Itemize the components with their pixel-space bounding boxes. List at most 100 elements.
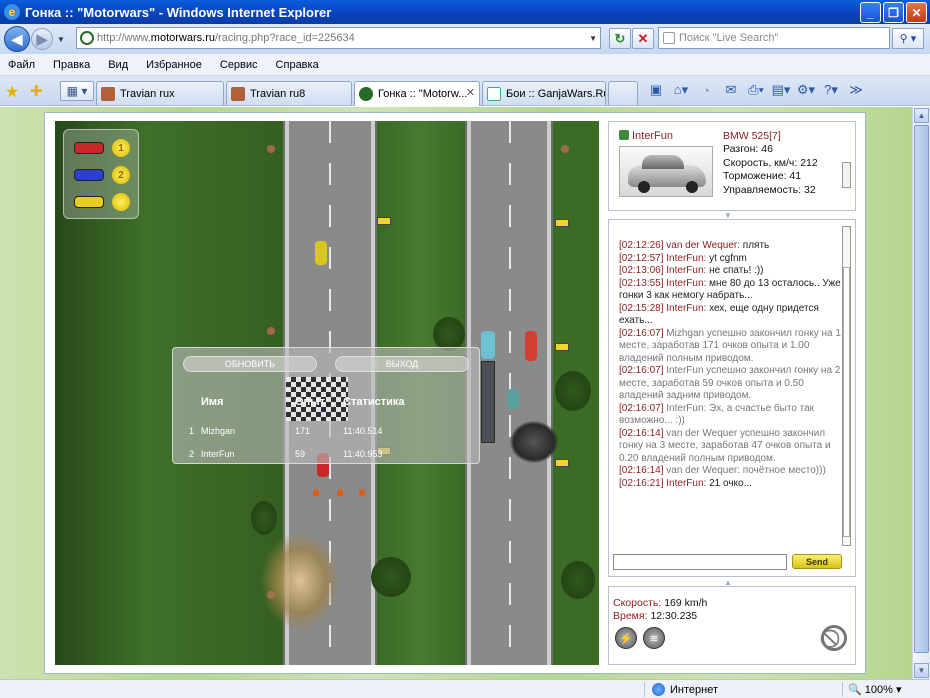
add-favorites-icon[interactable]: ✚ [30,82,43,100]
chat-author[interactable]: van der Wequer: [666,240,740,251]
chat-scroll-thumb[interactable] [843,267,850,537]
chat-author[interactable]: InterFun: [666,265,706,276]
car-image [619,146,713,197]
stat-speed: Скорость, км/ч: 212 [723,156,818,169]
close-tab-icon[interactable]: ✕ [466,86,475,99]
url-path: /racing.php?race_id=225634 [214,32,355,44]
scroll-up-icon[interactable]: ▲ [914,108,929,123]
menu-tools[interactable]: Сервис [220,59,258,71]
stop-button[interactable]: ✕ [632,28,654,49]
print-icon[interactable]: ⎙▾ [748,81,764,99]
wreck-debris [510,421,558,463]
time-label: Время: [613,610,648,622]
search-button[interactable]: ⚲ ▾ [892,28,924,49]
address-input[interactable]: http://www. motorwars.ru/racing.php?race_… [76,27,601,49]
player-name-label: InterFun [632,130,673,142]
tab-travian-ru8[interactable]: Travian ru8 [226,81,352,105]
feeds-icon[interactable]: ◔ [698,81,714,99]
chat-author[interactable]: InterFun: [666,303,706,314]
menu-edit[interactable]: Правка [53,59,90,71]
chat-author[interactable]: InterFun: [666,278,706,289]
time-readout: Время: 12:30.235 [613,610,697,622]
chat-timestamp: [02:16:07] [619,365,664,376]
address-dropdown-icon[interactable]: ▼ [589,34,597,43]
chat-timestamp: [02:16:07] [619,402,664,414]
research-icon[interactable]: ≫ [848,81,864,99]
car-model[interactable]: BMW 525[7] [723,130,818,143]
tab-ganjawars[interactable]: Бои :: GanjaWars.Ru... [482,81,606,105]
nitro-lightning-icon[interactable]: ⚡ [615,627,637,649]
result-exp: 59 [295,449,306,459]
legend-car-yellow [74,196,104,208]
exit-button[interactable]: ВЫХОД [335,356,469,372]
player-info-panel: InterFun BMW 525[7] Разгон: 46 Скорость,… [608,121,856,211]
quick-tabs-button[interactable]: ▦ ▾ [60,81,94,101]
travian-favicon-icon [101,86,115,101]
close-window-button[interactable]: ✕ [906,2,927,23]
forward-button[interactable]: ▶ [31,28,53,50]
back-button[interactable]: ◀ [4,26,30,52]
chat-timestamp: [02:13:55] [619,277,664,289]
home-icon[interactable]: ⌂▾ [673,81,689,99]
minimize-button[interactable]: _ [860,2,881,23]
forbidden-icon[interactable]: ⃠ [821,625,847,651]
tab-motorwars[interactable]: Гонка :: "Motorw... ✕ [354,81,480,106]
new-tab-button[interactable] [608,81,638,105]
mail-icon[interactable]: ✉ [723,81,739,99]
horn-signal-icon[interactable]: ≋ [643,627,665,649]
scroll-down-icon[interactable]: ▼ [914,663,929,678]
ie-logo-icon: e [4,4,20,20]
menu-favorites[interactable]: Избранное [146,59,202,71]
chat-author[interactable]: InterFun: [666,478,706,489]
traffic-car [525,331,537,361]
menu-file[interactable]: Файл [8,59,35,71]
car-wheel [686,181,698,193]
col-exp-header: Опыт [295,396,325,408]
chat-scrollbar[interactable] [842,226,851,546]
chat-author[interactable]: InterFun: [666,253,706,264]
tab-travian-rux[interactable]: Travian rux [96,81,224,105]
stat-braking: Торможение: 41 [723,170,802,183]
search-input[interactable]: Поиск "Live Search" [658,27,890,49]
reader-icon[interactable]: ▣ [648,81,664,99]
ganjawars-favicon-icon [487,86,501,101]
speed-value: 169 km/h [664,597,708,609]
player-name[interactable]: InterFun [619,130,673,142]
tools-gear-icon[interactable]: ⚙▾ [797,81,815,99]
roadside-post [267,145,275,153]
favorites-star-icon[interactable]: ★ [5,82,19,102]
send-button[interactable]: Send [792,554,842,569]
security-zone[interactable]: Интернет [652,683,718,696]
page-scrollbar[interactable]: ▲ ▼ [912,107,930,679]
result-name: InterFun [201,449,235,459]
racers-legend: 1 2 [63,129,139,219]
car-wheel [638,181,650,193]
travian-favicon-icon [231,86,245,101]
help-icon[interactable]: ?▾ [823,81,839,99]
chat-input[interactable] [613,554,787,570]
place-badge: 1 [112,139,130,157]
chat-timestamp: [02:16:07] [619,327,664,339]
legend-car-red [74,142,104,154]
speed-readout: Скорость: 169 km/h [613,597,707,609]
refresh-results-button[interactable]: ОБНОВИТЬ [183,356,317,372]
place-badge [112,193,130,211]
refresh-button[interactable]: ↻ [609,28,631,49]
chat-timestamp: [02:16:14] [619,427,664,439]
page-menu-icon[interactable]: ▤▾ [772,81,791,99]
maximize-button[interactable]: ❐ [883,2,904,23]
menu-bar: Файл Правка Вид Избранное Сервис Справка [0,54,930,76]
menu-view[interactable]: Вид [108,59,128,71]
url-prefix: http://www. [97,32,151,44]
chat-message: [02:12:57] InterFun: yt cgfnm [619,253,841,266]
history-dropdown-icon[interactable]: ▼ [57,35,65,44]
status-separator [842,682,843,697]
chat-text: не спать! :)) [706,265,764,276]
roadside-post [267,327,275,335]
info-scrollbar[interactable] [842,162,851,188]
zoom-control[interactable]: 🔍 100% ▾ [848,683,901,696]
speed-label: Скорость: [613,597,662,609]
menu-help[interactable]: Справка [276,59,319,71]
zone-label: Интернет [670,683,718,696]
scroll-thumb[interactable] [914,125,929,653]
